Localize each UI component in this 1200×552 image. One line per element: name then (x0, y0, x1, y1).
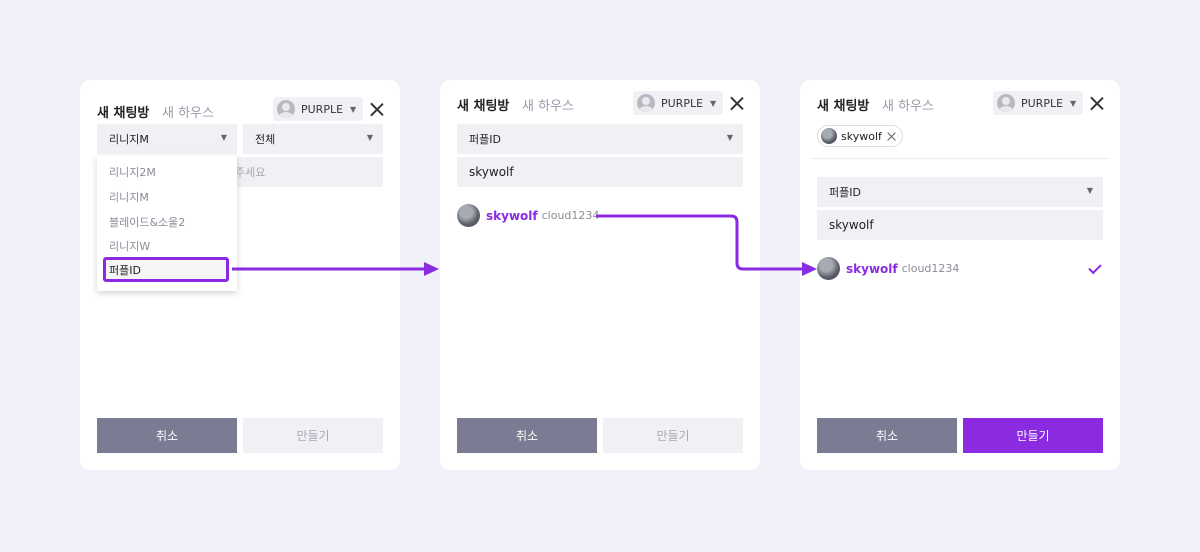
result-id: cloud1234 (541, 209, 600, 222)
dropdown-item[interactable]: 리니지W (97, 234, 237, 258)
selected-user-chip: skywolf (817, 125, 903, 147)
search-result-item[interactable]: skywolf cloud1234 (457, 204, 599, 227)
account-name: PURPLE (301, 102, 344, 116)
user-avatar (821, 128, 837, 144)
tab-new-house[interactable]: 새 하우스 (522, 95, 574, 114)
result-name: skywolf (486, 208, 538, 223)
dropdown-item-selected[interactable]: 퍼플ID (103, 257, 229, 282)
cancel-button[interactable]: 취소 (817, 418, 957, 453)
account-name: PURPLE (1021, 96, 1064, 110)
game-select-value: 퍼플ID (829, 186, 861, 199)
chat-panel-step-2: 새 채팅방 새 하우스 PURPLE ▼ 퍼플ID ▼ skywolf skyw… (440, 80, 760, 470)
user-avatar (457, 204, 480, 227)
caret-down-icon: ▼ (726, 133, 733, 142)
game-select-value: 리니지M (109, 133, 149, 146)
search-input-value: skywolf (469, 165, 514, 179)
tab-new-house[interactable]: 새 하우스 (162, 102, 214, 121)
close-icon[interactable] (370, 102, 384, 116)
result-name: skywolf (846, 261, 898, 276)
chip-name: skywolf (841, 129, 882, 143)
game-select[interactable]: 퍼플ID ▼ (817, 177, 1103, 207)
game-dropdown-menu: 리니지2M 리니지M 블레이드&소울2 리니지W 퍼플ID (97, 156, 237, 291)
tab-new-chat[interactable]: 새 채팅방 (457, 95, 509, 114)
dropdown-item[interactable]: 블레이드&소울2 (97, 210, 237, 234)
check-icon (1088, 260, 1102, 275)
account-selector[interactable]: PURPLE ▼ (993, 91, 1083, 115)
server-select[interactable]: 전체 ▼ (243, 124, 383, 154)
server-select-value: 전체 (255, 133, 276, 146)
user-avatar (817, 257, 840, 280)
cancel-button[interactable]: 취소 (97, 418, 237, 453)
account-name: PURPLE (661, 96, 704, 110)
avatar-icon (997, 94, 1015, 112)
caret-down-icon: ▼ (1070, 98, 1077, 108)
search-result-item[interactable]: skywolf cloud1234 (817, 257, 959, 280)
caret-down-icon: ▼ (220, 133, 227, 142)
remove-chip-icon[interactable] (887, 132, 896, 141)
avatar-icon (637, 94, 655, 112)
close-icon[interactable] (1090, 96, 1104, 110)
search-input[interactable]: skywolf (817, 210, 1103, 240)
result-id: cloud1234 (901, 262, 960, 275)
account-selector[interactable]: PURPLE ▼ (273, 97, 363, 121)
account-selector[interactable]: PURPLE ▼ (633, 91, 723, 115)
dropdown-item[interactable]: 리니지M (97, 185, 237, 209)
caret-down-icon: ▼ (710, 98, 717, 108)
game-select[interactable]: 리니지M ▼ (97, 124, 237, 154)
game-select-value: 퍼플ID (469, 133, 501, 146)
caret-down-icon: ▼ (350, 104, 357, 114)
search-placeholder: 주세요 (235, 166, 266, 179)
caret-down-icon: ▼ (366, 133, 373, 142)
dropdown-item[interactable]: 리니지2M (97, 160, 237, 184)
create-button[interactable]: 만들기 (603, 418, 743, 453)
create-button[interactable]: 만들기 (243, 418, 383, 453)
search-input-value: skywolf (829, 218, 874, 232)
tab-new-chat[interactable]: 새 채팅방 (817, 95, 869, 114)
close-icon[interactable] (730, 96, 744, 110)
caret-down-icon: ▼ (1086, 186, 1093, 195)
chat-panel-step-3: 새 채팅방 새 하우스 PURPLE ▼ skywolf 퍼플ID ▼ skyw… (800, 80, 1120, 470)
divider (810, 158, 1110, 159)
create-button[interactable]: 만들기 (963, 418, 1103, 453)
search-input[interactable]: skywolf (457, 157, 743, 187)
tab-new-house[interactable]: 새 하우스 (882, 95, 934, 114)
game-select[interactable]: 퍼플ID ▼ (457, 124, 743, 154)
cancel-button[interactable]: 취소 (457, 418, 597, 453)
tab-new-chat[interactable]: 새 채팅방 (97, 102, 149, 121)
avatar-icon (277, 100, 295, 118)
chat-panel-step-1: 새 채팅방 새 하우스 PURPLE ▼ 리니지M ▼ 전체 ▼ 주세요 리니지… (80, 80, 400, 470)
